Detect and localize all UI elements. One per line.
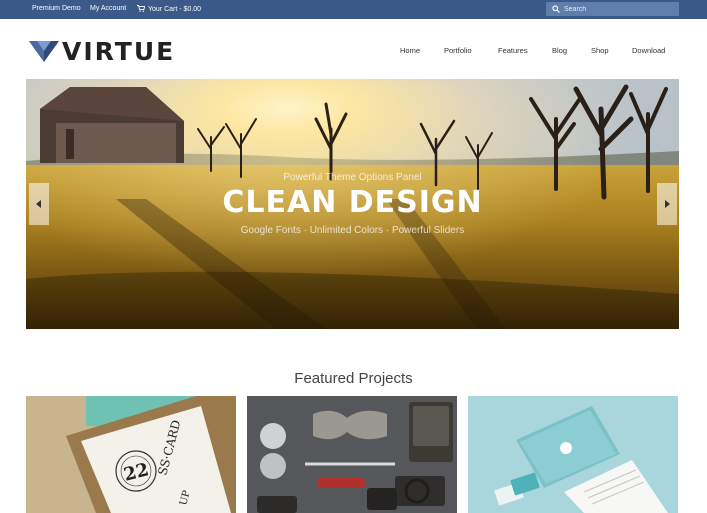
nav-portfolio[interactable]: Portfolio	[444, 46, 472, 55]
hero-slider[interactable]: Powerful Theme Options Panel CLEAN DESIG…	[26, 79, 679, 329]
nav-shop[interactable]: Shop	[591, 46, 609, 55]
project-thumbnail-accessories[interactable]	[247, 396, 457, 513]
premium-demo-link[interactable]: Premium Demo	[32, 5, 81, 12]
my-account-link[interactable]: My Account	[90, 5, 126, 12]
top-bar: Premium Demo My Account Your Cart - $0.0…	[0, 0, 707, 19]
stationery-image	[468, 396, 678, 513]
slide-subtitle: Google Fonts · Unlimited Colors · Powerf…	[240, 225, 465, 236]
cart-link[interactable]: Your Cart - $0.00	[137, 5, 201, 13]
featured-projects-title: Featured Projects	[294, 370, 413, 387]
project-thumbnail-stationery[interactable]	[468, 396, 678, 513]
nav-features[interactable]: Features	[498, 46, 528, 55]
slide-title: CLEAN DESIGN	[222, 185, 483, 220]
chevron-right-icon	[665, 200, 670, 208]
nav-home[interactable]: Home	[400, 46, 420, 55]
accessories-image	[247, 396, 457, 513]
cart-icon	[137, 5, 145, 12]
slide-kicker: Powerful Theme Options Panel	[283, 172, 422, 183]
chevron-left-icon	[36, 200, 41, 208]
nav-blog[interactable]: Blog	[552, 46, 567, 55]
slider-next-button[interactable]	[657, 183, 677, 225]
slider-prev-button[interactable]	[29, 183, 49, 225]
search-box[interactable]	[546, 2, 679, 16]
search-input[interactable]	[564, 3, 674, 15]
logo-triangle-icon	[29, 41, 59, 62]
logo-text: VIRTUE	[62, 37, 176, 66]
business-card-image: 22 SS·CARD UP	[26, 396, 236, 513]
project-thumbnail-business-card[interactable]: 22 SS·CARD UP	[26, 396, 236, 513]
nav-download[interactable]: Download	[632, 46, 665, 55]
search-icon[interactable]	[552, 5, 560, 13]
cart-label: Your Cart - $0.00	[148, 6, 202, 13]
